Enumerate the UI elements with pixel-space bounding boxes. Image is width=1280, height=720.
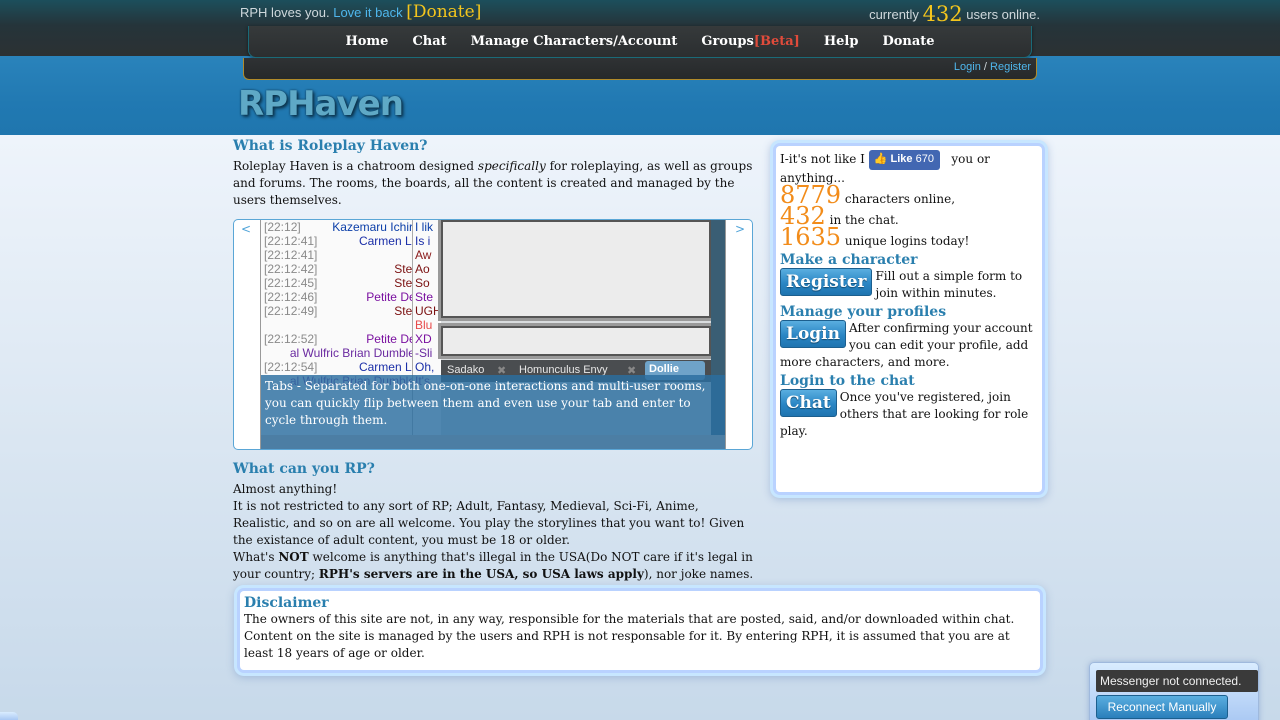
sidebar-box: I-it's not like I 👍 Like 670 you or anyt… (776, 146, 1042, 492)
online-count: 432 (922, 2, 963, 26)
slide-caption: Tabs - Separated for both one-on-one int… (261, 375, 725, 435)
messenger-widget: Messenger not connected. Reconnect Manua… (1089, 662, 1259, 720)
nav-groups[interactable]: Groups[Beta] (701, 34, 799, 49)
chat-log-time: [22:12:54] (264, 360, 318, 374)
rp-line-1: Almost anything! (233, 482, 338, 496)
about-text: Roleplay Haven is a chatroom designed sp… (233, 158, 753, 209)
make-character-heading: Make a character (780, 252, 918, 268)
rp-line-3-b: NOT (278, 550, 309, 564)
chat-log-message: Is i (415, 234, 431, 248)
messenger-status: Messenger not connected. (1096, 670, 1258, 692)
slideshow-prev-button[interactable]: < (234, 222, 258, 242)
chat-log-time: [22:12:41] (264, 234, 318, 248)
chat-log-time: [22:12:52] (264, 332, 318, 346)
disclaimer-box: Disclaimer The owners of this site are n… (240, 591, 1040, 670)
about-text-em: specifically (477, 159, 546, 173)
thumbs-up-icon: 👍 (873, 153, 888, 165)
donate-top-link[interactable]: [Donate] (406, 2, 481, 22)
chat-log-time: [22:12:42] (264, 262, 318, 276)
rp-text: Almost anything! It is not restricted to… (233, 481, 755, 583)
top-left: RPH loves you. Love it back [Donate] (240, 2, 481, 22)
login-chat-heading: Login to the chat (780, 373, 915, 389)
chat-log-message: So (415, 276, 430, 290)
like-label: Like (890, 153, 913, 165)
slide-image: [22:12] Kazemaru Ichiroutal [22:12:41] Carm… (260, 220, 726, 449)
top-line: RPH loves you. Love it back [Donate] cur… (240, 2, 1040, 26)
nav-home[interactable]: Home (345, 34, 388, 49)
register-link[interactable]: Register (990, 61, 1031, 73)
reconnect-button[interactable]: Reconnect Manually (1096, 695, 1228, 719)
make-character-row: Register Fill out a simple form to join … (780, 268, 1038, 302)
sub-nav: Login / Register (243, 58, 1037, 80)
manage-profiles-heading: Manage your profiles (780, 304, 947, 320)
chat-log-message: Aw (415, 248, 432, 262)
nav-donate[interactable]: Donate (882, 34, 934, 49)
rp-line-3-e: ), nor joke names. (643, 567, 754, 581)
online-prefix: currently (869, 7, 919, 22)
chat-log-message: Ao (415, 262, 430, 276)
chat-log-message: Ste (415, 290, 434, 304)
feature-slideshow: < > [22:12] Kazemaru Ichiroutal [22:12:41]… (233, 219, 753, 450)
preview-pane-top (441, 220, 711, 318)
rp-line-3-a: What's (233, 550, 275, 564)
online-counter: currently 432 users online. (869, 2, 1040, 26)
login-chat-row: Chat Once you've registered, join others… (780, 389, 1038, 440)
sub-nav-separator: / (983, 61, 987, 73)
chat-log-message: XD (415, 332, 432, 346)
login-link[interactable]: Login (954, 61, 981, 73)
like-count: 670 (915, 153, 934, 165)
love-it-back-link[interactable]: Love it back (333, 5, 402, 20)
register-button[interactable]: Register (780, 268, 873, 296)
disclaimer-text: The owners of this site are not, in any … (244, 612, 1015, 660)
chat-log-message: -Sli (415, 346, 433, 360)
chat-button[interactable]: Chat (780, 389, 837, 417)
preview-pane-mid (441, 326, 711, 356)
stat-number: 1635 (780, 223, 842, 251)
rp-line-3-d: RPH's servers are in the USA, so USA law… (318, 567, 644, 581)
stat-label: characters online, (844, 192, 956, 206)
site-logo[interactable]: RPHaven (238, 84, 404, 126)
nav-chat[interactable]: Chat (412, 34, 446, 49)
nav-help[interactable]: Help (824, 34, 859, 49)
stat-logins: 1635 unique logins today! (780, 225, 1038, 250)
main-nav: Home Chat Manage Characters/Account Grou… (248, 26, 1032, 58)
facebook-like-button[interactable]: 👍 Like 670 (868, 150, 940, 170)
chat-log-time: [22:12] (264, 220, 301, 234)
nav-groups-label: Groups (701, 34, 754, 49)
like-prefix: I-it's not like I (780, 152, 865, 166)
nav-manage[interactable]: Manage Characters/Account (471, 34, 678, 49)
disclaimer-heading: Disclaimer (244, 595, 329, 611)
about-heading: What is Roleplay Haven? (233, 138, 428, 154)
manage-profiles-row: Login After confirming your account you … (780, 320, 1038, 371)
corner-tab[interactable] (0, 712, 18, 720)
login-button[interactable]: Login (780, 320, 846, 348)
chat-log-time: [22:12:41] (264, 248, 318, 262)
slideshow-next-button[interactable]: > (728, 222, 752, 242)
slide-bottom-bar (261, 435, 725, 449)
make-character-text: Fill out a simple form to join within mi… (875, 269, 1023, 300)
chat-log-message: UGH (415, 304, 440, 318)
online-suffix: users online. (966, 7, 1040, 22)
chat-log-time: [22:12:45] (264, 276, 318, 290)
rp-line-2: It is not restricted to any sort of RP; … (233, 499, 745, 547)
about-text-a: Roleplay Haven is a chatroom designed (233, 159, 475, 173)
chat-log-message: Oh, (415, 360, 435, 374)
stat-label: unique logins today! (844, 234, 970, 248)
chat-log-time: [22:12:46] (264, 290, 318, 304)
chat-log-time: [22:12:49] (264, 304, 318, 318)
rp-line-3: What's NOT welcome is anything that's il… (233, 549, 755, 583)
tagline: RPH loves you. (240, 5, 330, 20)
chat-log-message: Blu (415, 318, 433, 332)
rp-heading: What can you RP? (233, 461, 375, 477)
beta-badge: [Beta] (753, 34, 800, 49)
chat-log-message: I lik (415, 220, 433, 234)
